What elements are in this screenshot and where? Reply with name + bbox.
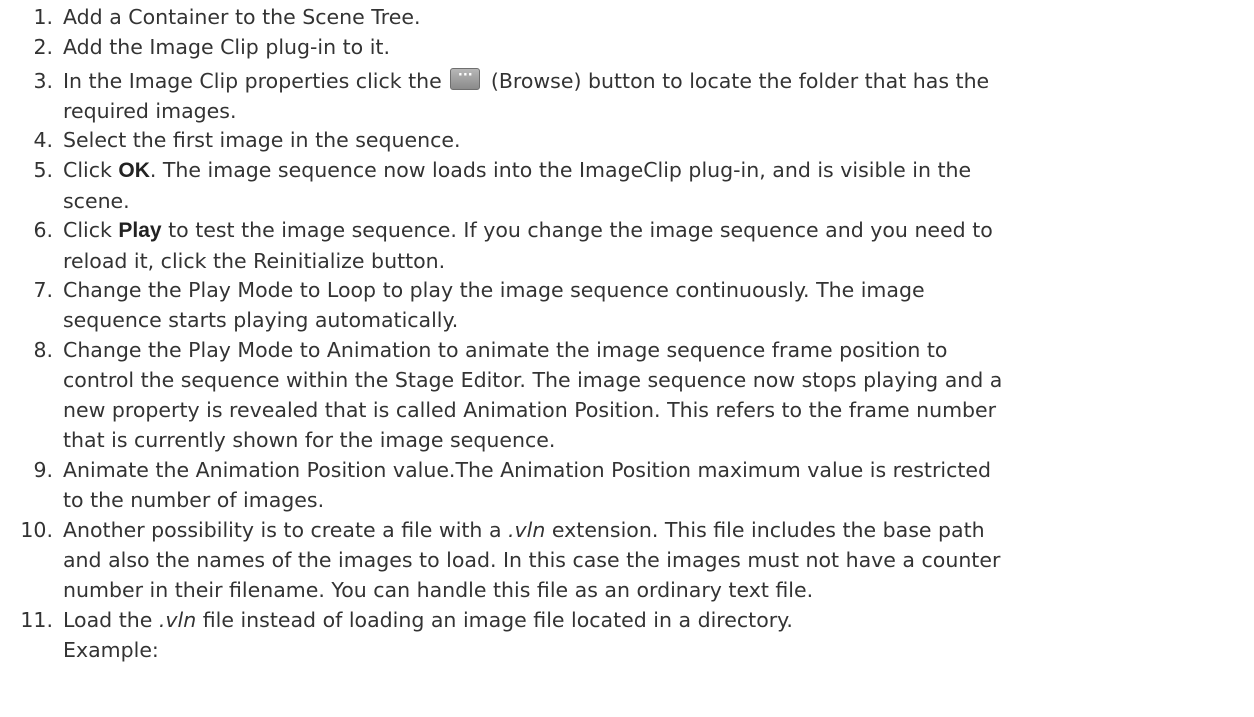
step-number: 5.: [33, 158, 53, 182]
step-text: Add a Container to the Scene Tree.: [63, 5, 421, 29]
step-text: Another possibility is to create a file …: [63, 518, 509, 542]
play-keyword: Play: [118, 219, 162, 242]
step-text: control the sequence within the Stage Ed…: [63, 368, 1003, 392]
step-text: file instead of loading an image file lo…: [196, 608, 793, 632]
step-text: scene.: [63, 189, 130, 213]
step-text: Add the Image Clip plug-in to it.: [63, 35, 390, 59]
step-text: Click: [63, 218, 119, 242]
step-text: new property is revealed that is called …: [63, 398, 997, 422]
step-number: 1.: [33, 5, 53, 29]
step-number: 2.: [33, 35, 53, 59]
step-text: Animate the Animation Position value.The…: [63, 458, 992, 482]
step-text: that is currently shown for the image se…: [63, 428, 556, 452]
step-number: 10.: [20, 518, 53, 542]
step-text: sequence starts playing automatically.: [63, 308, 459, 332]
step-text: reload it, click the Reinitialize button…: [63, 249, 446, 273]
step-text: to test the image sequence. If you chang…: [161, 218, 993, 242]
file-extension: .vln: [508, 518, 546, 542]
browse-button[interactable]: ···: [450, 68, 481, 90]
step-number: 9.: [33, 458, 53, 482]
ok-keyword: OK: [118, 159, 150, 182]
ellipsis-icon: ···: [457, 68, 473, 83]
step-text: Select the first image in the sequence.: [63, 128, 461, 152]
step-text: . The image sequence now loads into the …: [149, 158, 972, 182]
step-number: 8.: [33, 338, 53, 362]
step-number: 6.: [33, 218, 53, 242]
step-number: 7.: [33, 278, 53, 302]
step-number: 3.: [33, 69, 53, 93]
step-text: and also the names of the images to load…: [63, 548, 1001, 572]
file-extension: .vln: [158, 608, 197, 632]
step-text: Click: [63, 158, 119, 182]
step-text: number in their filename. You can handle…: [63, 578, 814, 602]
step-number: 4.: [33, 128, 53, 152]
step-number: 11.: [20, 608, 53, 632]
step-text: (Browse) button to locate the folder tha…: [490, 69, 990, 93]
step-text: Change the Play Mode to Animation to ani…: [63, 338, 948, 362]
step-text: In the Image Clip properties click the: [63, 69, 442, 93]
step-text: extension. This file includes the base p…: [545, 518, 985, 542]
step-text: Load the: [63, 608, 159, 632]
step-text: Change the Play Mode to Loop to play the…: [63, 278, 925, 302]
step-text: required images.: [63, 99, 237, 123]
step-text: Example:: [63, 638, 159, 662]
step-text: to the number of images.: [63, 488, 325, 512]
